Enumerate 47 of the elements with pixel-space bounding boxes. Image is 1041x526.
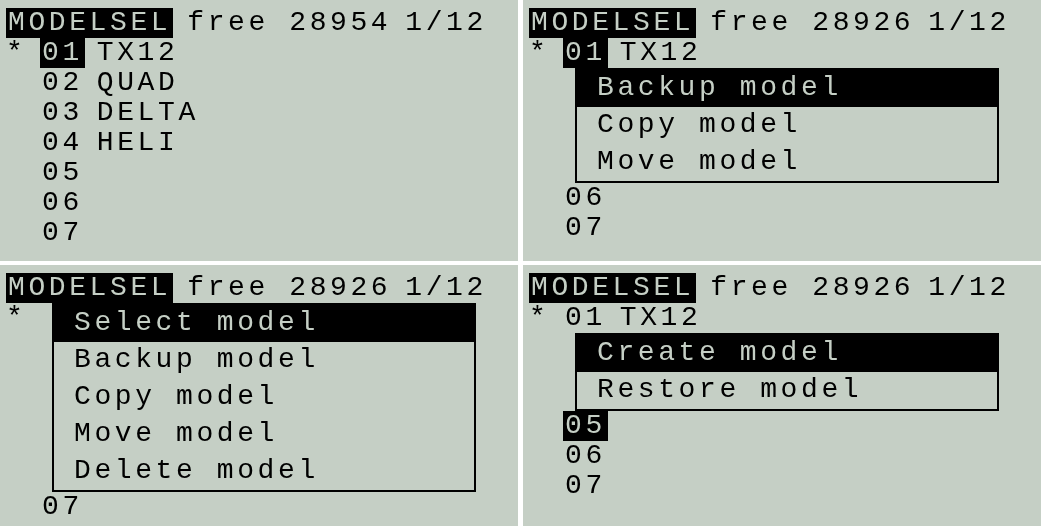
menu-item[interactable]: Delete model (54, 453, 474, 490)
page-indicator: 1/12 (928, 8, 1010, 38)
free-memory: free 28926 (710, 273, 915, 303)
free-memory: free 28926 (187, 273, 392, 303)
model-number[interactable]: 02 (40, 68, 85, 98)
screen-title: MODELSEL (6, 8, 174, 38)
menu-item[interactable]: Copy model (54, 379, 474, 416)
model-number[interactable]: 04 (40, 128, 85, 158)
menu-item[interactable]: Restore model (577, 372, 997, 409)
menu-item[interactable]: Copy model (577, 107, 997, 144)
page-indicator: 1/12 (405, 8, 487, 38)
model-name: HELI (96, 128, 179, 158)
model-number[interactable]: 05 (563, 411, 608, 441)
menu-item[interactable]: Backup model (54, 342, 474, 379)
model-number[interactable]: 07 (563, 471, 608, 501)
current-marker: * (529, 38, 551, 68)
model-number[interactable]: 05 (40, 158, 85, 188)
screen-title: MODELSEL (6, 273, 174, 303)
screen-title: MODELSEL (529, 273, 697, 303)
model-name: QUAD (96, 68, 179, 98)
current-marker: * (6, 38, 28, 68)
model-name: DELTA (96, 98, 199, 128)
screen-title: MODELSEL (529, 8, 697, 38)
model-number[interactable]: 01 (563, 38, 608, 68)
page-indicator: 1/12 (405, 273, 487, 303)
menu-item[interactable]: Backup model (577, 70, 997, 107)
menu-item[interactable]: Select model (54, 305, 474, 342)
model-number[interactable]: 07 (40, 218, 85, 248)
free-memory: free 28926 (710, 8, 915, 38)
menu-item[interactable]: Create model (577, 335, 997, 372)
page-indicator: 1/12 (928, 273, 1010, 303)
model-number[interactable]: 06 (563, 183, 608, 213)
model-number[interactable]: 07 (40, 492, 85, 522)
model-name: TX12 (619, 303, 702, 333)
model-number[interactable]: 07 (563, 213, 608, 243)
model-number[interactable]: 03 (40, 98, 85, 128)
model-number[interactable]: 01 (563, 303, 608, 333)
model-number[interactable]: 01 (40, 38, 85, 68)
model-name: TX12 (96, 38, 179, 68)
model-number[interactable]: 06 (563, 441, 608, 471)
model-name: TX12 (619, 38, 702, 68)
menu-item[interactable]: Move model (54, 416, 474, 453)
menu-item[interactable]: Move model (577, 144, 997, 181)
model-number[interactable]: 06 (40, 188, 85, 218)
free-memory: free 28954 (187, 8, 392, 38)
current-marker: * (529, 303, 551, 333)
current-marker: * (6, 303, 28, 333)
